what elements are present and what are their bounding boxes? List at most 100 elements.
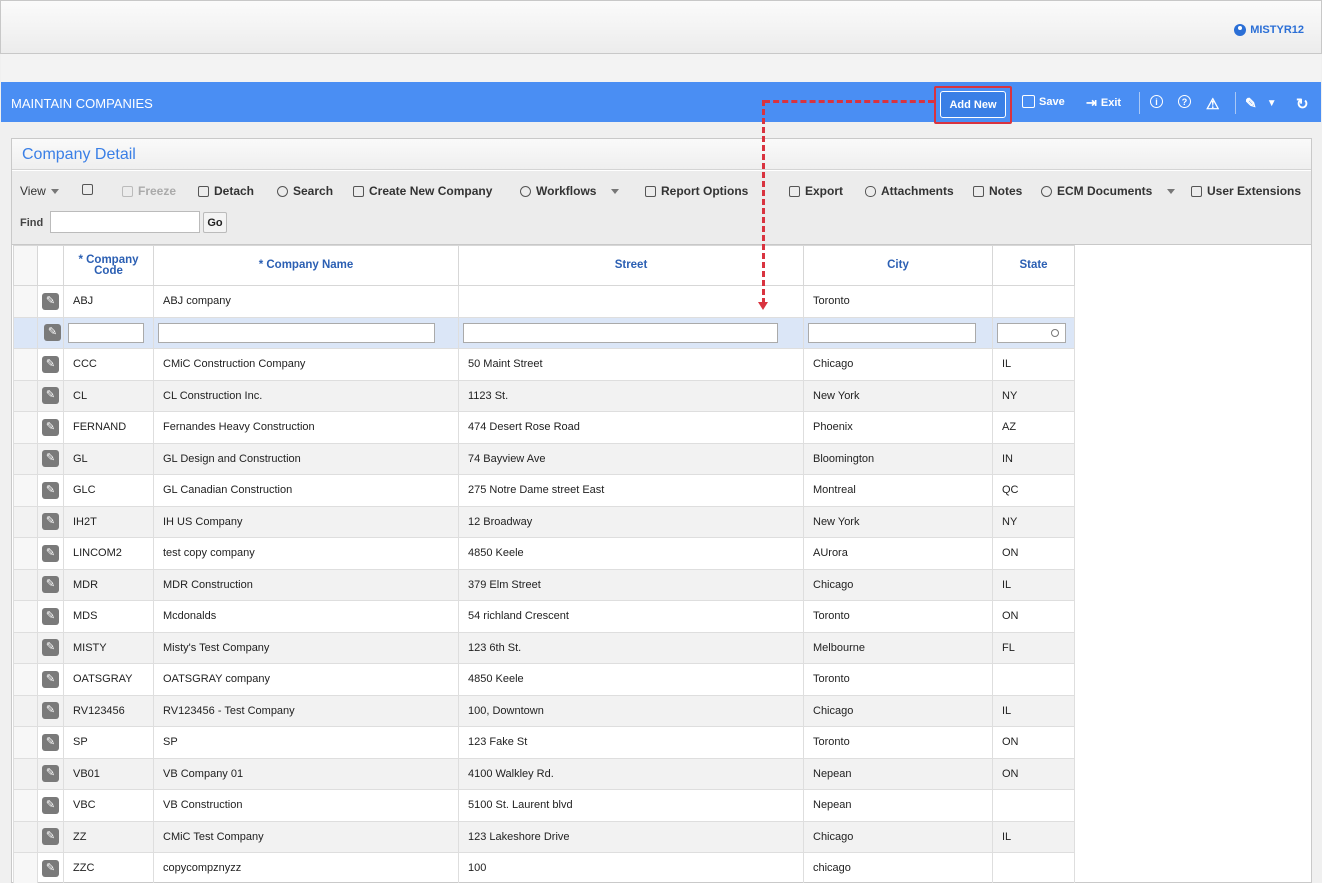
cell-state[interactable]	[992, 852, 1075, 883]
cell-city[interactable]: Chicago	[803, 820, 993, 853]
table-row[interactable]: ✎ SP SP 123 Fake St Toronto ON	[13, 726, 1075, 759]
row-selector[interactable]	[13, 852, 38, 883]
cell-city[interactable]: Toronto	[803, 600, 993, 633]
cell-city[interactable]: Chicago	[803, 694, 993, 727]
cell-city[interactable]: Toronto	[803, 663, 993, 696]
workflows-menu[interactable]: Workflows	[520, 184, 620, 198]
cell-street[interactable]: 54 richland Crescent	[458, 600, 804, 633]
cell-company-code[interactable]: MDS	[63, 600, 154, 633]
row-selector[interactable]	[13, 600, 38, 633]
ecm-documents-menu[interactable]: ECM Documents	[1041, 184, 1176, 198]
table-row[interactable]: ✎ MISTY Misty's Test Company 123 6th St. Mel…	[13, 631, 1075, 664]
row-selector[interactable]	[13, 789, 38, 822]
cell-street[interactable]: 1123 St.	[458, 379, 804, 412]
cell-company-code[interactable]: RV123456	[63, 694, 154, 727]
cell-state[interactable]: QC	[992, 474, 1075, 507]
edit-pencil-icon[interactable]: ✎	[42, 639, 59, 657]
save-button[interactable]: Save	[1022, 95, 1065, 108]
edit-pencil-icon[interactable]: ✎	[42, 387, 59, 405]
table-row[interactable]: ✎ OATSGRAY OATSGRAY company 4850 Keele Toron…	[13, 663, 1075, 696]
search-button[interactable]: Search	[277, 184, 333, 198]
cell-company-code[interactable]: IH2T	[63, 505, 154, 538]
row-selector[interactable]	[13, 505, 38, 538]
cell-street[interactable]: 123 Fake St	[458, 726, 804, 759]
edit-pencil-icon[interactable]: ✎	[42, 859, 59, 877]
cell-street[interactable]: 123 6th St.	[458, 631, 804, 664]
new-state-lookup-input[interactable]	[997, 322, 1066, 343]
cell-state[interactable]	[992, 663, 1075, 696]
row-selector[interactable]	[13, 285, 38, 318]
cell-street[interactable]: 474 Desert Rose Road	[458, 411, 804, 444]
freeze-button[interactable]: Freeze	[122, 184, 176, 198]
table-row[interactable]: ✎ ABJ ABJ company Toronto	[13, 285, 1075, 318]
cell-state[interactable]: IL	[992, 348, 1075, 381]
row-selector[interactable]	[13, 537, 38, 570]
row-selector[interactable]	[13, 726, 38, 759]
cell-city[interactable]: Chicago	[803, 568, 993, 601]
cell-street[interactable]: 4850 Keele	[458, 537, 804, 570]
column-header-city[interactable]: City	[803, 245, 993, 286]
cell-company-name[interactable]: test copy company	[153, 537, 459, 570]
edit-pencil-icon[interactable]: ✎	[42, 355, 59, 373]
row-selector[interactable]	[13, 379, 38, 412]
row-selector[interactable]	[13, 474, 38, 507]
cell-city[interactable]: Toronto	[803, 285, 993, 318]
cell-company-code[interactable]: ABJ	[63, 285, 154, 318]
go-button[interactable]: Go	[203, 212, 227, 233]
add-new-button[interactable]: Add New	[940, 91, 1006, 118]
cell-street[interactable]: 275 Notre Dame street East	[458, 474, 804, 507]
row-selector[interactable]	[13, 568, 38, 601]
table-row[interactable]: ✎ RV123456 RV123456 - Test Company 100, Dow…	[13, 694, 1075, 727]
cell-city[interactable]: Chicago	[803, 348, 993, 381]
cell-state[interactable]	[992, 285, 1075, 318]
new-city-input[interactable]	[808, 322, 976, 343]
table-row[interactable]: ✎ MDS Mcdonalds 54 richland Crescent Toronto…	[13, 600, 1075, 633]
cell-state[interactable]: IN	[992, 442, 1075, 475]
row-selector[interactable]	[13, 411, 38, 444]
cell-state[interactable]: ON	[992, 726, 1075, 759]
export-button[interactable]: Export	[789, 184, 843, 198]
cell-street[interactable]: 379 Elm Street	[458, 568, 804, 601]
attachments-button[interactable]: Attachments	[865, 184, 954, 198]
cell-company-name[interactable]: CMiC Construction Company	[153, 348, 459, 381]
cell-street[interactable]: 74 Bayview Ave	[458, 442, 804, 475]
cell-company-code[interactable]: LINCOM2	[63, 537, 154, 570]
cell-street[interactable]: 12 Broadway	[458, 505, 804, 538]
cell-street[interactable]	[458, 285, 804, 318]
cell-state[interactable]: ON	[992, 537, 1075, 570]
row-selector[interactable]	[13, 820, 38, 853]
row-selector[interactable]	[13, 631, 38, 664]
cell-state[interactable]: IL	[992, 694, 1075, 727]
cell-company-name[interactable]: GL Canadian Construction	[153, 474, 459, 507]
table-row[interactable]: ✎ CCC CMiC Construction Company 50 Maint St…	[13, 348, 1075, 381]
edit-pencil-icon[interactable]: ✎	[42, 450, 59, 468]
column-header-company-code[interactable]: * Company Code	[63, 245, 154, 286]
refresh-button[interactable]: ↻	[1296, 95, 1309, 113]
cell-city[interactable]: Nepean	[803, 757, 993, 790]
cell-city[interactable]: Bloomington	[803, 442, 993, 475]
view-menu[interactable]: View	[20, 184, 59, 198]
column-header-company-name[interactable]: * Company Name	[153, 245, 459, 286]
create-new-company-button[interactable]: Create New Company	[353, 184, 492, 198]
row-selector[interactable]	[13, 663, 38, 696]
table-row[interactable]: ✎ GLC GL Canadian Construction 275 Notre Da…	[13, 474, 1075, 507]
cell-state[interactable]: ON	[992, 757, 1075, 790]
edit-pencil-icon[interactable]: ✎	[42, 796, 59, 814]
edit-pencil-icon[interactable]: ✎	[42, 418, 59, 436]
column-header-street[interactable]: Street	[458, 245, 804, 286]
row-selector[interactable]	[13, 442, 38, 475]
cell-company-name[interactable]: IH US Company	[153, 505, 459, 538]
row-selector[interactable]	[13, 348, 38, 381]
cell-city[interactable]: chicago	[803, 852, 993, 883]
cell-company-name[interactable]: Mcdonalds	[153, 600, 459, 633]
column-header-state[interactable]: State	[992, 245, 1075, 286]
table-row[interactable]: ✎ FERNAND Fernandes Heavy Construction 474 …	[13, 411, 1075, 444]
edit-pencil-icon[interactable]: ✎	[42, 607, 59, 625]
new-street-input[interactable]	[463, 322, 778, 343]
edit-pencil-icon[interactable]: ✎	[42, 828, 59, 846]
cell-company-name[interactable]: CMiC Test Company	[153, 820, 459, 853]
cell-street[interactable]: 100, Downtown	[458, 694, 804, 727]
cell-state[interactable]: FL	[992, 631, 1075, 664]
edit-pencil-icon[interactable]: ✎	[42, 765, 59, 783]
cell-street[interactable]: 4850 Keele	[458, 663, 804, 696]
